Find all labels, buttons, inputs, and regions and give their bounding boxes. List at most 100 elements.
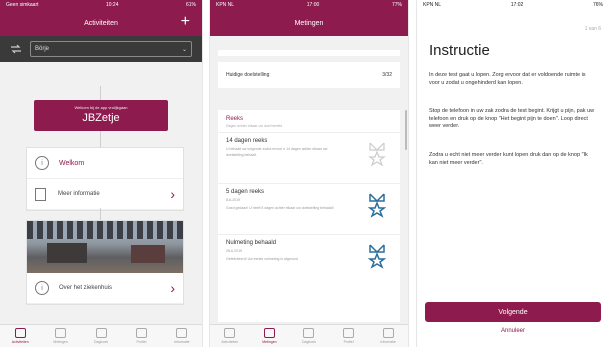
- list-item[interactable]: Nulmeting behaald 28-6-2019 Gefeliciteer…: [218, 234, 400, 285]
- tab-label: Activiteiten: [11, 340, 29, 344]
- about-hospital-label: Over het ziekenhuis: [59, 285, 113, 291]
- chart-icon: [263, 328, 275, 338]
- chevron-right-icon: ›: [170, 280, 175, 296]
- screen-activiteiten: Geen simkaart 10:24 61% Activiteiten + B…: [0, 0, 202, 347]
- tab-label: Informatie: [380, 340, 396, 344]
- carrier-label: KPN NL: [216, 2, 235, 8]
- tab-informatie[interactable]: Informatie: [368, 325, 408, 347]
- book-icon: [95, 328, 107, 338]
- screen-instructie: KPN NL 17:02 76% 1 van 6 Instructie In d…: [417, 0, 609, 347]
- about-hospital-row[interactable]: i Over het ziekenhuis ›: [27, 273, 183, 304]
- person-icon: [343, 328, 355, 338]
- tab-bar: Activiteiten Metingen Dagboek Profiel In…: [210, 324, 408, 347]
- battery-label: 76%: [592, 2, 603, 8]
- nav-bar: Activiteiten +: [0, 10, 202, 36]
- banner-subtitle: Welkom bij de app vrolijkgaan: [74, 105, 128, 110]
- time-label: 10:24: [105, 2, 119, 8]
- tab-dagboek[interactable]: Dagboek: [289, 325, 329, 347]
- current-goal-label: Huidige doelstelling: [226, 72, 270, 78]
- person-swap-icon[interactable]: [10, 43, 22, 55]
- info-icon: [176, 328, 188, 338]
- instruction-paragraph: Stop de telefoon in uw zak zodra de test…: [429, 108, 595, 129]
- item-desc: U behaalt uw volgende zodra ervoor u 14 …: [226, 147, 328, 157]
- page-title: Activiteiten: [84, 19, 118, 27]
- tab-activiteiten[interactable]: Activiteiten: [210, 325, 250, 347]
- next-button[interactable]: Volgende: [425, 302, 601, 322]
- instruction-paragraph: In deze test gaat u lopen. Zorg ervoor d…: [429, 72, 586, 86]
- tab-profiel[interactable]: Profiel: [121, 325, 161, 347]
- instruction-paragraph: Zodra u echt niet meer verder kunt lopen…: [429, 152, 588, 166]
- tab-label: Profiel: [343, 340, 354, 344]
- divider: [100, 86, 101, 100]
- tab-activiteiten[interactable]: Activiteiten: [0, 325, 40, 347]
- battery-label: 77%: [391, 2, 402, 8]
- current-goal-value: 3/32: [382, 72, 392, 78]
- scrollbar[interactable]: [405, 110, 407, 150]
- plus-icon[interactable]: +: [181, 14, 190, 30]
- divider: [100, 131, 101, 147]
- activity-icon: [14, 328, 26, 338]
- time-label: 17:02: [510, 2, 524, 8]
- tab-metingen[interactable]: Metingen: [40, 325, 80, 347]
- badge-icon: [368, 193, 386, 218]
- patient-select[interactable]: Börje ⌄: [30, 41, 192, 57]
- battery-label: 61%: [185, 2, 196, 8]
- welcome-label: Welkom: [59, 159, 85, 167]
- book-icon: [303, 328, 315, 338]
- tab-label: Metingen: [262, 340, 277, 344]
- badge-icon: [368, 142, 386, 167]
- section-title: Reeks: [226, 116, 244, 122]
- section-subtitle: Dagen achter elkaar uw doel bereikt: [226, 124, 283, 128]
- tab-label: Activiteiten: [221, 340, 239, 344]
- tab-label: Dagboek: [94, 340, 109, 344]
- screen-metingen: KPN NL 17:00 77% Metingen Huidige doelst…: [210, 0, 408, 347]
- chevron-right-icon: ›: [170, 186, 175, 202]
- item-desc: Gefeliciteerd! Uw eerste nulmeting is af…: [226, 257, 298, 261]
- page-indicator: 1 van 6: [584, 26, 601, 32]
- current-goal-card: Huidige doelstelling 3/32: [218, 62, 400, 88]
- badge-icon: [368, 244, 386, 269]
- banner-title: JBZetje: [82, 112, 120, 124]
- item-desc: Goed gedaan! U heeft 5 dagen achter elka…: [226, 206, 334, 210]
- chart-icon: [55, 328, 67, 338]
- chevron-down-icon: ⌄: [181, 46, 187, 53]
- status-bar: KPN NL 17:00 77%: [210, 0, 408, 10]
- patient-select-bar: Börje ⌄: [0, 36, 202, 62]
- status-bar: KPN NL 17:02 76%: [417, 0, 609, 10]
- info-icon: [382, 328, 394, 338]
- tab-informatie[interactable]: Informatie: [162, 325, 202, 347]
- info-icon: i: [35, 281, 49, 295]
- divider: [100, 208, 101, 220]
- hospital-card: i Over het ziekenhuis ›: [26, 220, 184, 305]
- carrier-label: Geen simkaart: [6, 2, 39, 8]
- tab-profiel[interactable]: Profiel: [329, 325, 369, 347]
- item-date: 28-6-2019: [226, 249, 242, 253]
- more-info-label: Meer informatie: [58, 191, 100, 197]
- page-title: Instructie: [429, 42, 490, 59]
- tab-label: Metingen: [53, 340, 68, 344]
- activity-icon: [224, 328, 236, 338]
- tab-label: Informatie: [174, 340, 190, 344]
- carrier-label: KPN NL: [423, 2, 442, 8]
- list-item[interactable]: 14 dagen reeks U behaalt uw volgende zod…: [218, 132, 400, 183]
- list-item[interactable]: 5 dagen reeks 8-6-2019 Goed gedaan! U he…: [218, 183, 400, 234]
- tab-label: Profiel: [136, 340, 147, 344]
- tab-bar: Activiteiten Metingen Dagboek Profiel In…: [0, 324, 202, 347]
- cancel-button[interactable]: Annuleer: [425, 328, 601, 334]
- status-bar: Geen simkaart 10:24 61%: [0, 0, 202, 10]
- streak-card: Reeks Dagen achter elkaar uw doel bereik…: [218, 110, 400, 322]
- nav-bar: Metingen: [210, 10, 408, 36]
- document-icon: [35, 187, 46, 201]
- tab-metingen[interactable]: Metingen: [250, 325, 290, 347]
- item-date: 8-6-2019: [226, 198, 241, 202]
- person-icon: [135, 328, 147, 338]
- hospital-photo: [27, 221, 183, 273]
- welcome-row[interactable]: i Welkom: [27, 148, 183, 179]
- more-info-row[interactable]: Meer informatie ›: [27, 179, 183, 210]
- welcome-card: i Welkom Meer informatie ›: [26, 147, 184, 211]
- tab-label: Dagboek: [301, 340, 316, 344]
- page-title: Metingen: [294, 19, 324, 27]
- welcome-banner[interactable]: Welkom bij de app vrolijkgaan JBZetje: [34, 100, 168, 131]
- tab-dagboek[interactable]: Dagboek: [81, 325, 121, 347]
- info-icon: i: [35, 156, 49, 170]
